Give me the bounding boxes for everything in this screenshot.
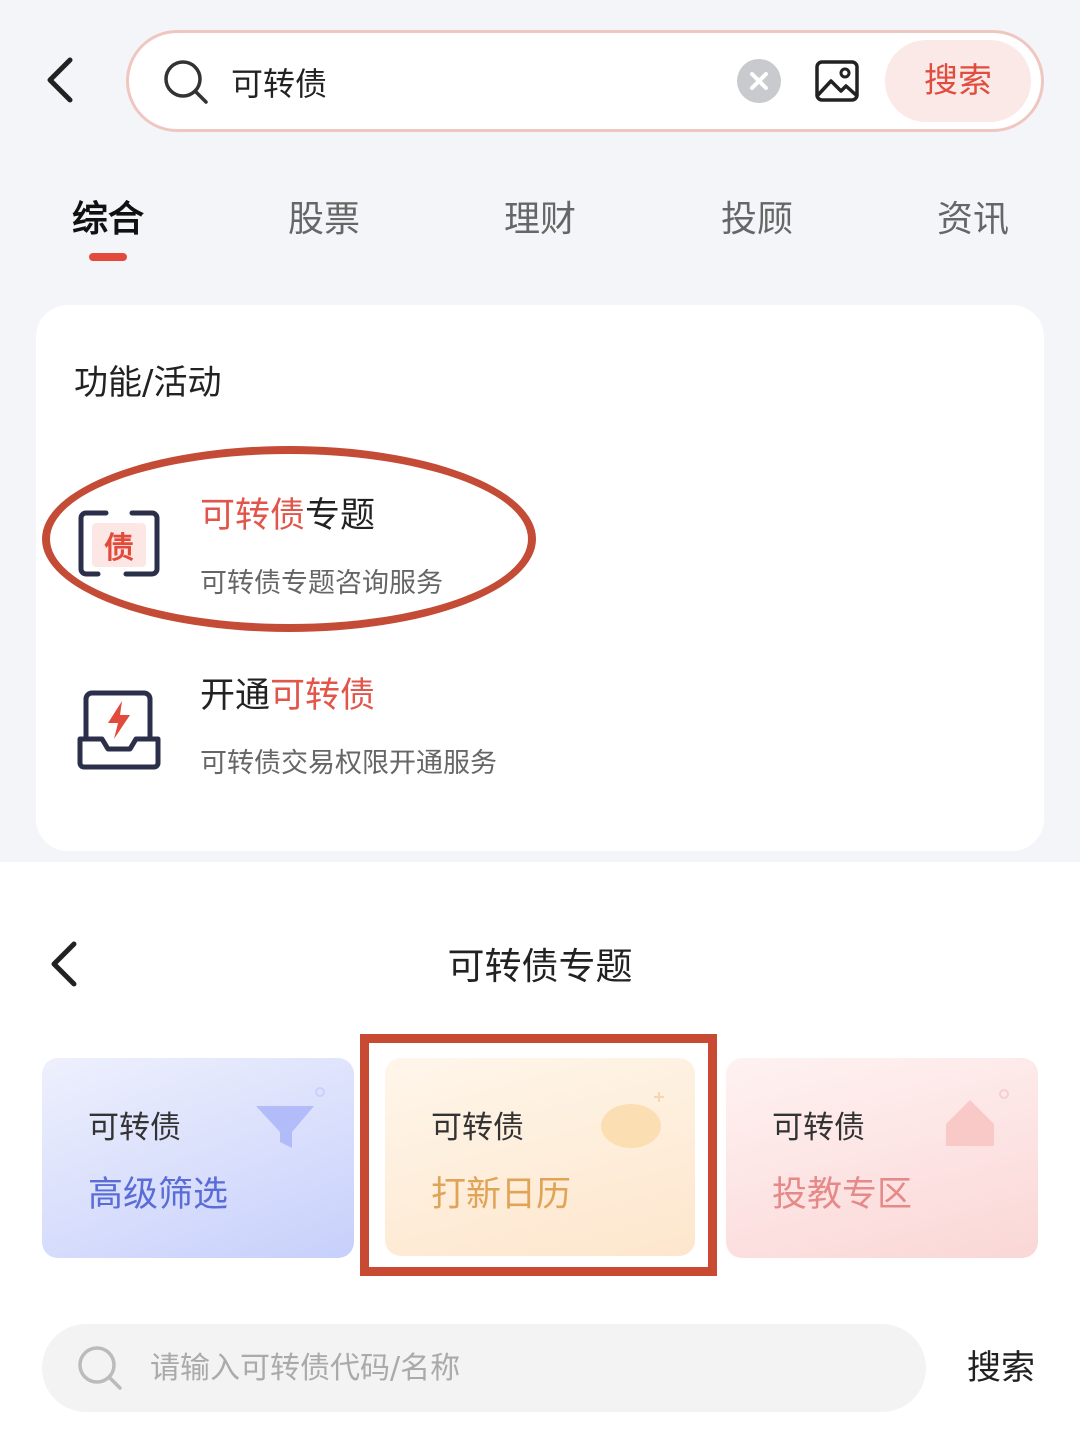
tile-line1: 可转债 — [88, 1110, 181, 1146]
tile-ipo-calendar[interactable]: 可转债 打新日历 — [385, 1058, 695, 1256]
bond-search-input[interactable] — [150, 1342, 890, 1394]
tile-line1: 可转债 — [772, 1110, 865, 1146]
search-button[interactable]: 搜索 — [885, 40, 1031, 122]
chevron-left-icon — [47, 57, 73, 103]
tile-investor-education[interactable]: 可转债 投教专区 — [726, 1058, 1038, 1258]
search-bar: 搜索 — [126, 30, 1044, 132]
feature-title: 开通可转债 — [200, 676, 376, 716]
image-search-icon[interactable] — [813, 57, 861, 105]
tile-advanced-filter[interactable]: 可转债 高级筛选 — [42, 1058, 354, 1258]
feature-title: 可转债专题 — [200, 496, 376, 536]
back-button[interactable] — [34, 50, 94, 110]
feature-subtitle: 可转债专题咨询服务 — [200, 568, 443, 599]
tab-news[interactable]: 资讯 — [893, 190, 1053, 242]
feature-item-bond-topic[interactable]: 债 可转债专题 可转债专题咨询服务 — [36, 485, 1044, 625]
tab-stocks[interactable]: 股票 — [244, 190, 404, 242]
tab-comprehensive[interactable]: 综合 — [28, 190, 188, 242]
tile-line1: 可转债 — [431, 1110, 524, 1146]
calendar-icon — [601, 1092, 664, 1148]
bond-topic-page: 可转债专题 可转债 高级筛选 可转债 打新日历 可转债 投教专区 搜 — [0, 862, 1080, 1449]
bond-search-bar — [42, 1324, 926, 1412]
tile-line2: 投教专区 — [772, 1175, 913, 1215]
page-title: 可转债专题 — [447, 945, 633, 988]
active-tab-indicator — [89, 253, 127, 261]
feature-subtitle: 可转债交易权限开通服务 — [200, 748, 497, 779]
funnel-icon — [256, 1087, 325, 1148]
tab-wealth[interactable]: 理财 — [460, 190, 620, 242]
search-icon — [164, 60, 208, 104]
features-card: 功能/活动 债 可转债专题 可转债专题咨询服务 开通可转债 可转债交易权限开通服… — [36, 305, 1044, 851]
svg-text:债: 债 — [104, 531, 134, 566]
close-icon — [750, 72, 768, 90]
house-icon — [946, 1089, 1009, 1146]
bond-search-button[interactable]: 搜索 — [946, 1342, 1056, 1394]
tab-advisor[interactable]: 投顾 — [677, 190, 837, 242]
lightning-tray-icon — [77, 690, 161, 770]
search-input[interactable] — [231, 57, 711, 107]
feature-item-open-bond[interactable]: 开通可转债 可转债交易权限开通服务 — [36, 665, 1044, 805]
tile-line2: 打新日历 — [431, 1175, 572, 1215]
search-icon — [78, 1346, 122, 1390]
clear-button[interactable] — [737, 59, 781, 103]
section-title: 功能/活动 — [74, 363, 222, 403]
bond-doc-icon: 债 — [78, 510, 160, 577]
tile-line2: 高级筛选 — [88, 1175, 229, 1215]
